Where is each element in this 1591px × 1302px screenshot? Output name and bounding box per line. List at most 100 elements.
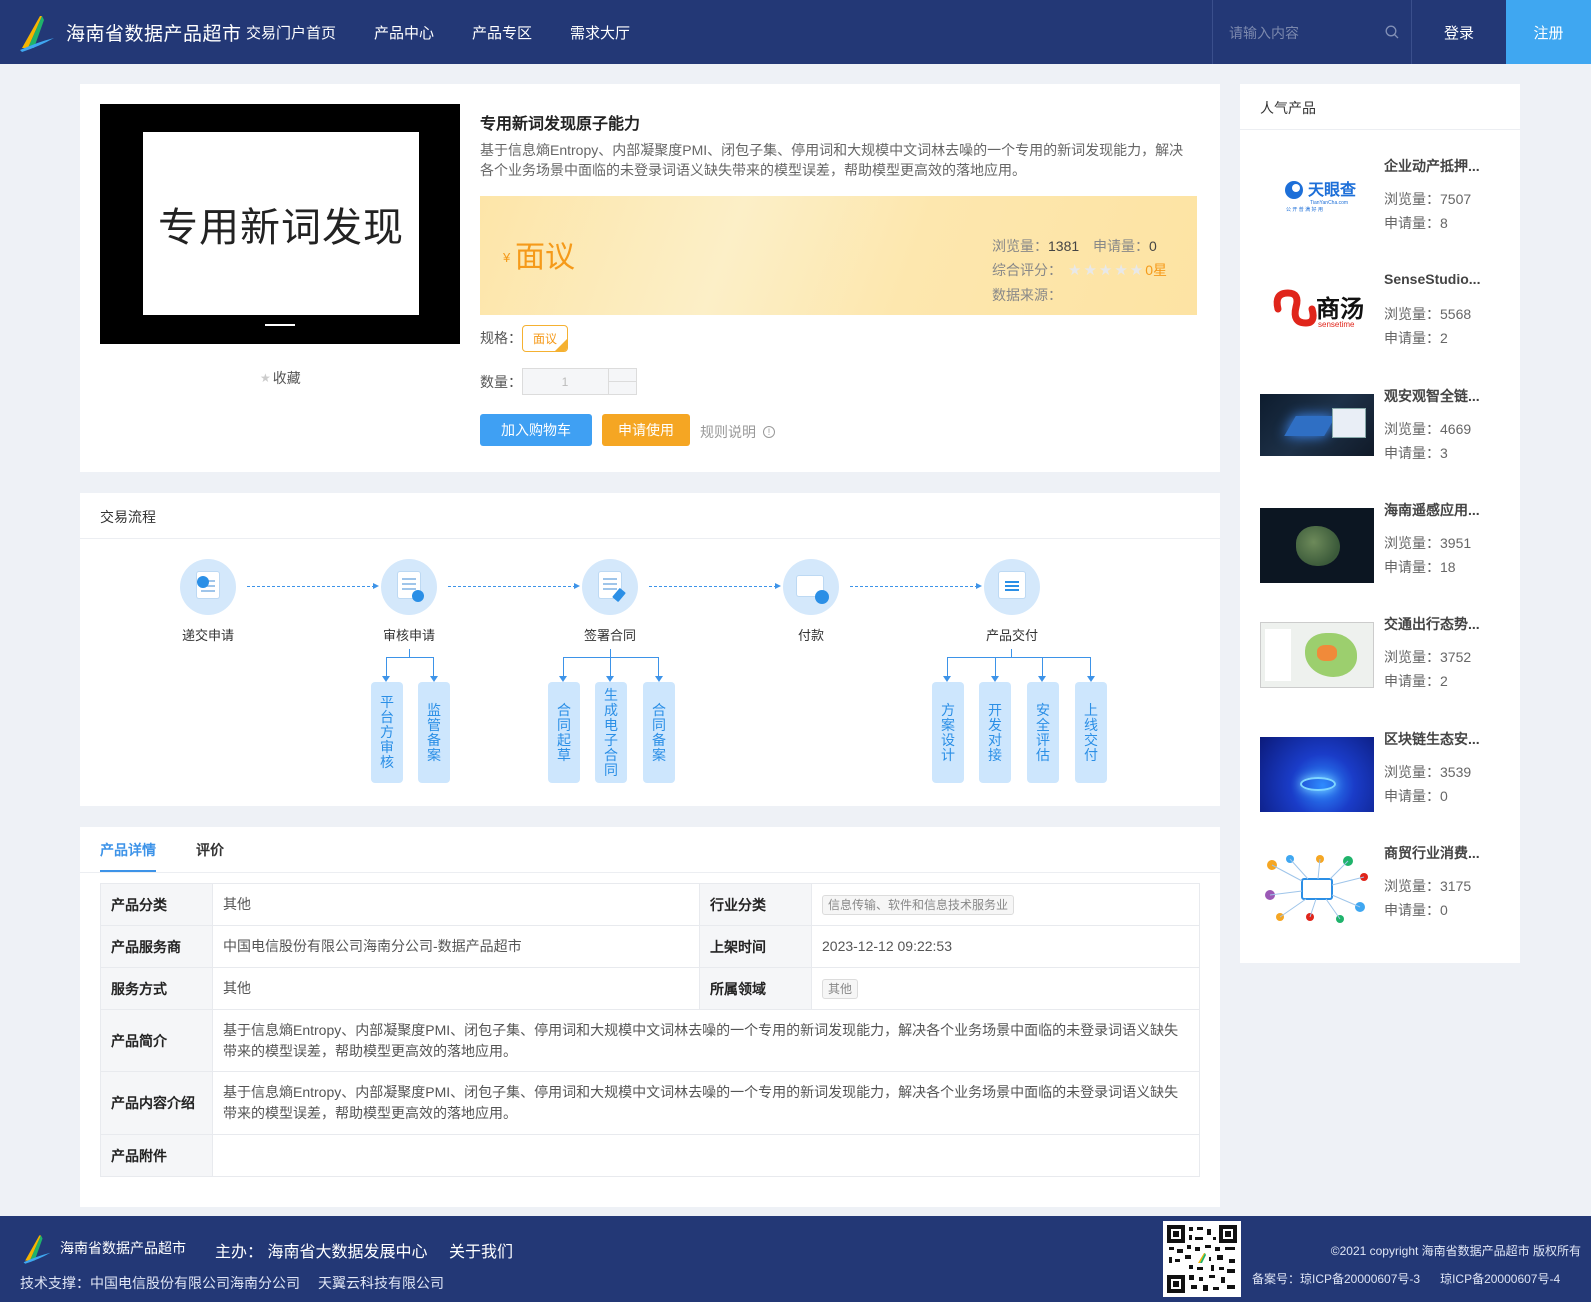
product-title: 专用新词发现原子能力 bbox=[480, 116, 641, 133]
quantity-decrease-button[interactable] bbox=[608, 381, 636, 394]
flow-arrow bbox=[247, 583, 379, 589]
star-icon: ★ bbox=[260, 371, 271, 385]
popular-item-name: 交通出行态势... bbox=[1384, 616, 1480, 632]
nav-home[interactable]: 交易门户首页 bbox=[246, 22, 336, 43]
nav-product-zone[interactable]: 产品专区 bbox=[472, 22, 532, 43]
product-image-canvas: 专用新词发现 bbox=[143, 132, 419, 315]
sub-step-security-assessment: 安全评估 bbox=[1027, 682, 1059, 783]
intro-key: 产品简介 bbox=[100, 1009, 213, 1072]
main-nav: 交易门户首页 产品中心 产品专区 需求大厅 bbox=[246, 0, 668, 64]
popular-item-views: 浏览量：3175 bbox=[1384, 878, 1472, 894]
popular-item-applies: 申请量：3 bbox=[1384, 445, 1448, 461]
logo-icon bbox=[20, 16, 54, 52]
rules-label: 规则说明 bbox=[700, 424, 756, 440]
popular-item-applies: 申请量：18 bbox=[1384, 559, 1456, 575]
popular-item-5[interactable]: 区块链生态安... 浏览量：3539 申请量：0 bbox=[1260, 729, 1500, 829]
apply-count: 0 bbox=[1149, 238, 1157, 254]
about-us-link[interactable]: 关于我们 bbox=[449, 1238, 513, 1262]
step-label: 付款 bbox=[797, 628, 824, 643]
category-key: 产品分类 bbox=[100, 883, 213, 926]
currency-symbol: ¥ bbox=[503, 250, 511, 265]
table-row: 产品服务商 中国电信股份有限公司海南分公司-数据产品超市 上架时间 2023-1… bbox=[100, 925, 1200, 968]
branch-connector bbox=[386, 657, 434, 679]
footer-logo[interactable]: 海南省数据产品超市 bbox=[22, 1232, 186, 1264]
sign-contract-icon bbox=[582, 559, 638, 615]
popular-item-applies: 申请量：2 bbox=[1384, 673, 1448, 689]
sensetime-logo-icon: 商汤 sensetime bbox=[1273, 289, 1364, 329]
apply-label: 申请量： bbox=[1093, 238, 1150, 254]
product-image[interactable]: 专用新词发现 bbox=[100, 104, 460, 344]
footer: 海南省数据产品超市 主办： 海南省大数据发展中心 关于我们 技术支撑：中国电信股… bbox=[0, 1216, 1591, 1302]
nav-demand-hall[interactable]: 需求大厅 bbox=[570, 22, 630, 43]
quantity-input[interactable] bbox=[523, 369, 607, 394]
popular-item-4[interactable]: 交通出行态势... 浏览量：3752 申请量：2 bbox=[1260, 614, 1500, 714]
trade-process-header: 交易流程 bbox=[80, 493, 1220, 539]
source-label: 数据来源： bbox=[992, 287, 1062, 303]
rules-link[interactable]: 规则说明 ! bbox=[700, 422, 775, 442]
flow-arrow bbox=[448, 583, 580, 589]
content-value: 基于信息熵Entropy、内部凝聚度PMI、闭包子集、停用词和大规模中文词林去噪… bbox=[212, 1071, 1200, 1135]
popular-item-1[interactable]: 商汤 sensetime SenseStudio... 浏览量：5568 申请量… bbox=[1260, 271, 1500, 371]
sub-step-solution-design: 方案设计 bbox=[932, 682, 964, 783]
listed-time-key: 上架时间 bbox=[699, 925, 812, 968]
spec-option[interactable]: 面议 bbox=[522, 325, 568, 352]
category-value: 其他 bbox=[212, 883, 700, 926]
popular-item-name: 企业动产抵押... bbox=[1384, 158, 1480, 174]
support-primary: 技术支撑：中国电信股份有限公司海南分公司 bbox=[20, 1275, 300, 1291]
table-row: 产品附件 bbox=[100, 1134, 1200, 1177]
tab-product-detail[interactable]: 产品详情 bbox=[100, 840, 156, 860]
icp-number-1[interactable]: 备案号：琼ICP备20000607号-3 bbox=[1252, 1272, 1420, 1286]
footer-host: 主办： 海南省大数据发展中心 bbox=[215, 1244, 428, 1261]
review-document-icon bbox=[381, 559, 437, 615]
sub-step-contract-filing: 合同备案 bbox=[643, 682, 675, 783]
tab-reviews[interactable]: 评价 bbox=[196, 840, 224, 860]
step-submit: 递交申请 bbox=[163, 559, 253, 644]
table-row: 产品简介 基于信息熵Entropy、内部凝聚度PMI、闭包子集、停用词和大规模中… bbox=[100, 1009, 1200, 1072]
add-to-cart-button[interactable]: 加入购物车 bbox=[480, 414, 592, 446]
footer-support: 技术支撑：中国电信股份有限公司海南分公司 天翼云科技有限公司 bbox=[20, 1273, 444, 1293]
apply-use-button[interactable]: 申请使用 bbox=[602, 414, 690, 446]
search-input[interactable] bbox=[1229, 22, 1379, 44]
flow-arrow bbox=[850, 583, 982, 589]
popular-header: 人气产品 bbox=[1240, 84, 1520, 130]
top-header: 海南省数据产品超市 交易门户首页 产品中心 产品专区 需求大厅 登录 注册 bbox=[0, 0, 1591, 64]
footer-site-name: 海南省数据产品超市 bbox=[60, 1240, 186, 1256]
carousel-indicator[interactable] bbox=[265, 324, 295, 326]
sub-step-e-contract: 生成电子合同 bbox=[595, 682, 627, 783]
popular-item-views: 浏览量：3539 bbox=[1384, 764, 1472, 780]
domain-key: 所属领域 bbox=[699, 967, 812, 1010]
register-button[interactable]: 注册 bbox=[1506, 0, 1591, 64]
flow-arrow bbox=[649, 583, 781, 589]
nav-product-center[interactable]: 产品中心 bbox=[374, 22, 434, 43]
site-title: 海南省数据产品超市 bbox=[66, 23, 242, 45]
popular-item-3[interactable]: 海南遥感应用... 浏览量：3951 申请量：18 bbox=[1260, 500, 1500, 600]
popular-products-panel: 人气产品 天眼查 TianYanCha.com 公 开 普 满 好 用 企业动产… bbox=[1240, 84, 1520, 963]
icp-number-2[interactable]: 琼ICP备20000607号-4 bbox=[1440, 1272, 1560, 1286]
site-logo[interactable]: 海南省数据产品超市 bbox=[18, 12, 242, 52]
table-row: 产品分类 其他 行业分类 信息传输、软件和信息技术服务业 bbox=[100, 883, 1200, 926]
popular-item-6[interactable]: 商贸行业消费... 浏览量：3175 申请量：0 bbox=[1260, 843, 1500, 943]
step-label: 签署合同 bbox=[583, 628, 636, 643]
table-row: 产品内容介绍 基于信息熵Entropy、内部凝聚度PMI、闭包子集、停用词和大规… bbox=[100, 1071, 1200, 1135]
product-thumbnail bbox=[1260, 622, 1374, 688]
product-thumbnail bbox=[1260, 851, 1374, 927]
step-payment: 付款 bbox=[766, 559, 856, 644]
login-button[interactable]: 登录 bbox=[1412, 0, 1506, 64]
branch-connector bbox=[947, 657, 1091, 679]
support-secondary: 天翼云科技有限公司 bbox=[318, 1275, 444, 1291]
popular-item-0[interactable]: 天眼查 TianYanCha.com 公 开 普 满 好 用 企业动产抵押...… bbox=[1260, 156, 1500, 256]
connector bbox=[409, 649, 410, 657]
detail-tabs: 产品详情 评价 bbox=[80, 827, 1220, 873]
popular-item-2[interactable]: 观安观智全链... 浏览量：4669 申请量：3 bbox=[1260, 386, 1500, 486]
popular-item-applies: 申请量：2 bbox=[1384, 330, 1448, 346]
domain-tag: 其他 bbox=[822, 979, 859, 999]
domain-cell: 其他 bbox=[811, 967, 1200, 1010]
favorite-button[interactable]: ★ 收藏 bbox=[260, 368, 301, 388]
step-label: 产品交付 bbox=[985, 628, 1038, 643]
quantity-increase-button[interactable] bbox=[608, 369, 636, 382]
sub-step-regulatory-filing: 监管备案 bbox=[418, 682, 450, 783]
network-illustration-icon bbox=[1265, 855, 1368, 923]
rating-stars-icon: ★★★★★ bbox=[1068, 262, 1146, 279]
connector bbox=[610, 649, 611, 657]
search-icon[interactable] bbox=[1385, 25, 1399, 39]
